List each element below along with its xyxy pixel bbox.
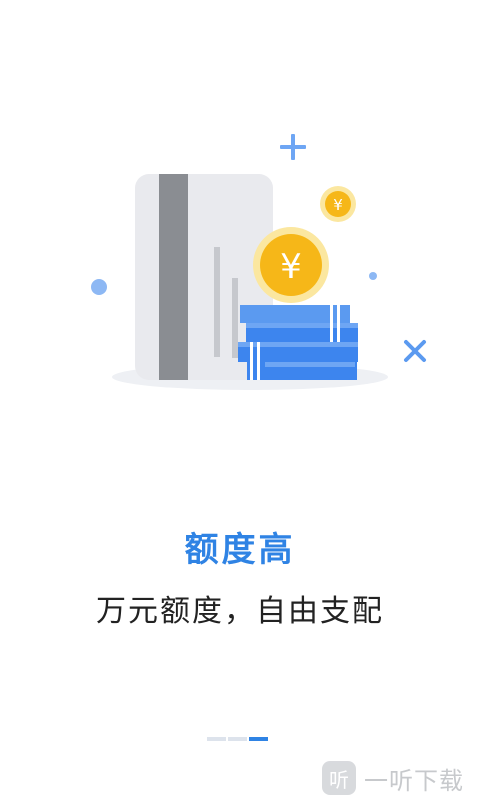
decor-dot — [369, 272, 377, 280]
decor-dot — [91, 279, 107, 295]
card-line — [214, 247, 220, 357]
page-dot[interactable] — [228, 737, 247, 741]
watermark-text: 一听下载 — [364, 766, 464, 795]
credit-illustration: ¥ ¥ — [91, 134, 426, 390]
page-dot-active[interactable] — [249, 737, 268, 741]
card-line — [232, 278, 238, 358]
small-coin-icon: ¥ — [320, 186, 356, 222]
feature-title: 额度高 — [184, 530, 296, 570]
page-indicator — [207, 737, 268, 741]
cross-icon — [404, 340, 426, 362]
feature-subtitle: 万元额度，自由支配 — [96, 594, 384, 629]
watermark-logo-icon: 听 — [322, 761, 356, 795]
watermark: 听 一听下载 — [322, 756, 464, 800]
page-dot[interactable] — [207, 737, 226, 741]
plus-icon — [280, 134, 306, 160]
book-stack — [238, 305, 358, 380]
large-coin-icon: ¥ — [253, 227, 329, 303]
svg-text:¥: ¥ — [333, 196, 343, 214]
onboarding-screen: ¥ ¥ 额度高 万元额度，自由支配 听 一听下载 — [0, 0, 480, 800]
card-stripe — [159, 174, 188, 380]
svg-text:¥: ¥ — [280, 247, 302, 287]
